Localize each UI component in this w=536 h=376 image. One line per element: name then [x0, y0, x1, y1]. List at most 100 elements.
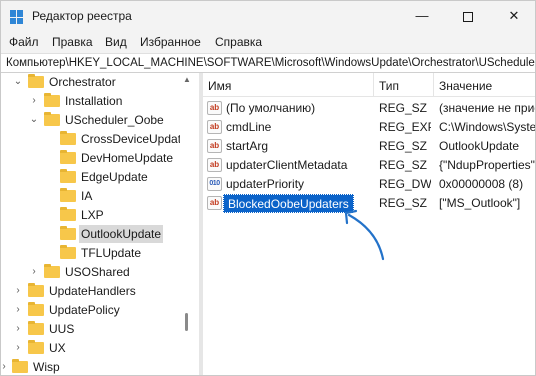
value-type: REG_SZ: [379, 101, 428, 115]
value-type: REG_SZ: [379, 139, 428, 153]
tree-item-label: TFLUpdate: [81, 246, 142, 260]
minimize-button[interactable]: —: [399, 1, 445, 31]
value-row-selected[interactable]: ab BlockedOobeUpdaters REG_SZ ["MS_Outlo…: [203, 194, 535, 213]
folder-icon: [28, 302, 44, 316]
tree-item-uus[interactable]: › UUS: [1, 320, 181, 338]
chevron-right-icon[interactable]: ›: [29, 263, 39, 281]
tree-item-wisp[interactable]: › Wisp: [1, 358, 181, 375]
registry-editor-window: Редактор реестра — ✕ Файл Правка Вид Изб…: [0, 0, 536, 376]
folder-icon: [60, 150, 76, 164]
tree-item-crossdeviceupdate[interactable]: CrossDeviceUpdate: [1, 130, 188, 148]
chevron-right-icon[interactable]: ›: [13, 301, 23, 319]
column-type-header[interactable]: Тип: [379, 79, 399, 93]
address-bar[interactable]: Компьютер\HKEY_LOCAL_MACHINE\SOFTWARE\Mi…: [1, 53, 535, 73]
folder-icon: [60, 245, 76, 259]
folder-icon: [44, 112, 60, 126]
value-row[interactable]: ab (По умолчанию) REG_SZ (значение не пр…: [203, 99, 535, 118]
tree-item-label: UX: [49, 341, 66, 355]
tree-item-tflupdate[interactable]: TFLUpdate: [1, 244, 181, 262]
tree-item-ia[interactable]: IA: [1, 187, 181, 205]
folder-icon: [28, 321, 44, 335]
folder-icon: [28, 340, 44, 354]
tree-item-label: Wisp: [33, 360, 60, 374]
tree-item-orchestrator[interactable]: ⌄ Orchestrator: [1, 73, 181, 91]
value-row[interactable]: 010 updaterPriority REG_DWORD 0x00000008…: [203, 175, 535, 194]
column-value-header[interactable]: Значение: [439, 79, 492, 93]
value-name: updaterPriority: [226, 177, 305, 191]
tree-item-devhomeupdate[interactable]: DevHomeUpdate: [1, 149, 181, 167]
tree-item-label: LXP: [81, 208, 104, 222]
value-row[interactable]: ab updaterClientMetadata REG_SZ {"NdupPr…: [203, 156, 535, 175]
value-row[interactable]: ab cmdLine REG_EXPAND_SZ C:\Windows\Syst…: [203, 118, 536, 137]
string-value-icon: ab: [207, 158, 222, 172]
tree-item-label: USOShared: [65, 265, 130, 279]
key-tree[interactable]: ⌄ Orchestrator › Installation ⌄ USchedul…: [1, 73, 199, 375]
tree-item-installation[interactable]: › Installation: [1, 92, 181, 110]
menu-view[interactable]: Вид: [105, 35, 127, 49]
tree-item-label: Orchestrator: [49, 75, 116, 89]
value-type: REG_SZ: [379, 158, 428, 172]
chevron-down-icon[interactable]: ⌄: [13, 73, 23, 91]
close-button[interactable]: ✕: [491, 1, 535, 31]
menu-file[interactable]: Файл: [9, 35, 39, 49]
folder-icon: [44, 93, 60, 107]
value-name: cmdLine: [226, 120, 272, 134]
tree-item-updatepolicy[interactable]: › UpdatePolicy: [1, 301, 181, 319]
chevron-right-icon[interactable]: ›: [13, 339, 23, 357]
menu-edit[interactable]: Правка: [52, 35, 93, 49]
chevron-right-icon[interactable]: ›: [29, 92, 39, 110]
scroll-thumb[interactable]: [185, 313, 188, 331]
regedit-icon: [10, 10, 24, 24]
tree-item-label: UpdateHandlers: [49, 284, 136, 298]
list-header: Имя Тип Значение: [203, 73, 535, 97]
value-data: C:\Windows\System32: [439, 120, 536, 134]
folder-icon: [60, 226, 76, 240]
tree-item-edgeupdate[interactable]: EdgeUpdate: [1, 168, 181, 186]
tree-item-label: EdgeUpdate: [81, 170, 148, 184]
window-title: Редактор реестра: [32, 9, 132, 23]
tree-item-ux[interactable]: › UX: [1, 339, 181, 357]
maximize-button[interactable]: [445, 1, 491, 31]
address-path[interactable]: Компьютер\HKEY_LOCAL_MACHINE\SOFTWARE\Mi…: [6, 57, 535, 69]
scroll-up-icon[interactable]: ▲: [183, 75, 191, 84]
tree-item-updatehandlers[interactable]: › UpdateHandlers: [1, 282, 181, 300]
value-data: (значение не присвоено): [439, 101, 535, 115]
tree-item-label: CrossDeviceUpdate: [81, 132, 188, 146]
folder-icon: [28, 283, 44, 297]
folder-icon: [28, 74, 44, 88]
column-divider[interactable]: [373, 73, 374, 97]
maximize-icon: [463, 11, 473, 22]
tree-item-label: Installation: [65, 94, 123, 108]
column-divider[interactable]: [433, 73, 434, 97]
tree-item-label: UUS: [49, 322, 75, 336]
chevron-right-icon[interactable]: ›: [13, 320, 23, 338]
menu-favorites[interactable]: Избранное: [140, 35, 201, 49]
value-name[interactable]: BlockedOobeUpdaters: [223, 194, 354, 213]
chevron-right-icon[interactable]: ›: [13, 282, 23, 300]
tree-item-outlookupdate[interactable]: OutlookUpdate: [1, 225, 181, 243]
string-value-icon: ab: [207, 101, 222, 115]
chevron-down-icon[interactable]: ⌄: [29, 111, 39, 129]
menu-bar: Файл Правка Вид Избранное Справка: [1, 31, 535, 53]
tree-item-label: OutlookUpdate: [79, 225, 164, 243]
value-data: OutlookUpdate: [439, 139, 520, 153]
value-name: updaterClientMetadata: [226, 158, 348, 172]
tree-item-label: UpdatePolicy: [49, 303, 120, 317]
tree-item-label: DevHomeUpdate: [81, 151, 174, 165]
string-value-icon: ab: [207, 139, 222, 153]
binary-value-icon: 010: [207, 177, 222, 191]
tree-item-usoshared[interactable]: › USOShared: [1, 263, 181, 281]
menu-help[interactable]: Справка: [215, 35, 262, 49]
tree-scrollbar[interactable]: ▲: [180, 73, 194, 375]
chevron-right-icon[interactable]: ›: [1, 358, 9, 375]
title-bar: Редактор реестра — ✕: [1, 1, 535, 31]
tree-item-uscheduler-oobe[interactable]: ⌄ UScheduler_Oobe: [1, 111, 181, 129]
folder-icon: [60, 207, 76, 221]
tree-item-label: IA: [81, 189, 93, 203]
value-type: REG_DWORD: [379, 177, 431, 191]
value-row[interactable]: ab startArg REG_SZ OutlookUpdate: [203, 137, 535, 156]
tree-item-lxp[interactable]: LXP: [1, 206, 181, 224]
column-name-header[interactable]: Имя: [208, 79, 231, 93]
folder-icon: [60, 188, 76, 202]
values-list[interactable]: Имя Тип Значение ab (По умолчанию) REG_S…: [203, 73, 536, 375]
